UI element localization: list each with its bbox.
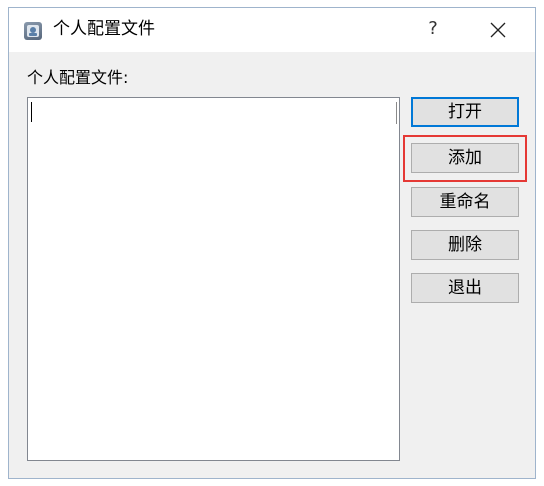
list-scrollbar[interactable] <box>396 102 397 124</box>
profiles-dialog: 个人配置文件 ? 个人配置文件: 打开 添加 重命名 删除 退出 <box>8 7 536 479</box>
title-bar: 个人配置文件 ? <box>9 8 535 52</box>
add-button[interactable]: 添加 <box>411 143 519 173</box>
profile-list[interactable] <box>27 97 400 461</box>
help-button[interactable]: ? <box>421 16 445 42</box>
window-title: 个人配置文件 <box>53 19 155 39</box>
open-button[interactable]: 打开 <box>411 97 519 127</box>
close-icon <box>490 22 506 38</box>
list-caret <box>31 102 32 122</box>
profile-list-label: 个人配置文件: <box>27 68 129 87</box>
delete-button[interactable]: 删除 <box>411 230 519 260</box>
close-button[interactable] <box>483 16 513 44</box>
exit-button[interactable]: 退出 <box>411 273 519 303</box>
app-icon <box>24 22 42 40</box>
rename-button[interactable]: 重命名 <box>411 187 519 217</box>
